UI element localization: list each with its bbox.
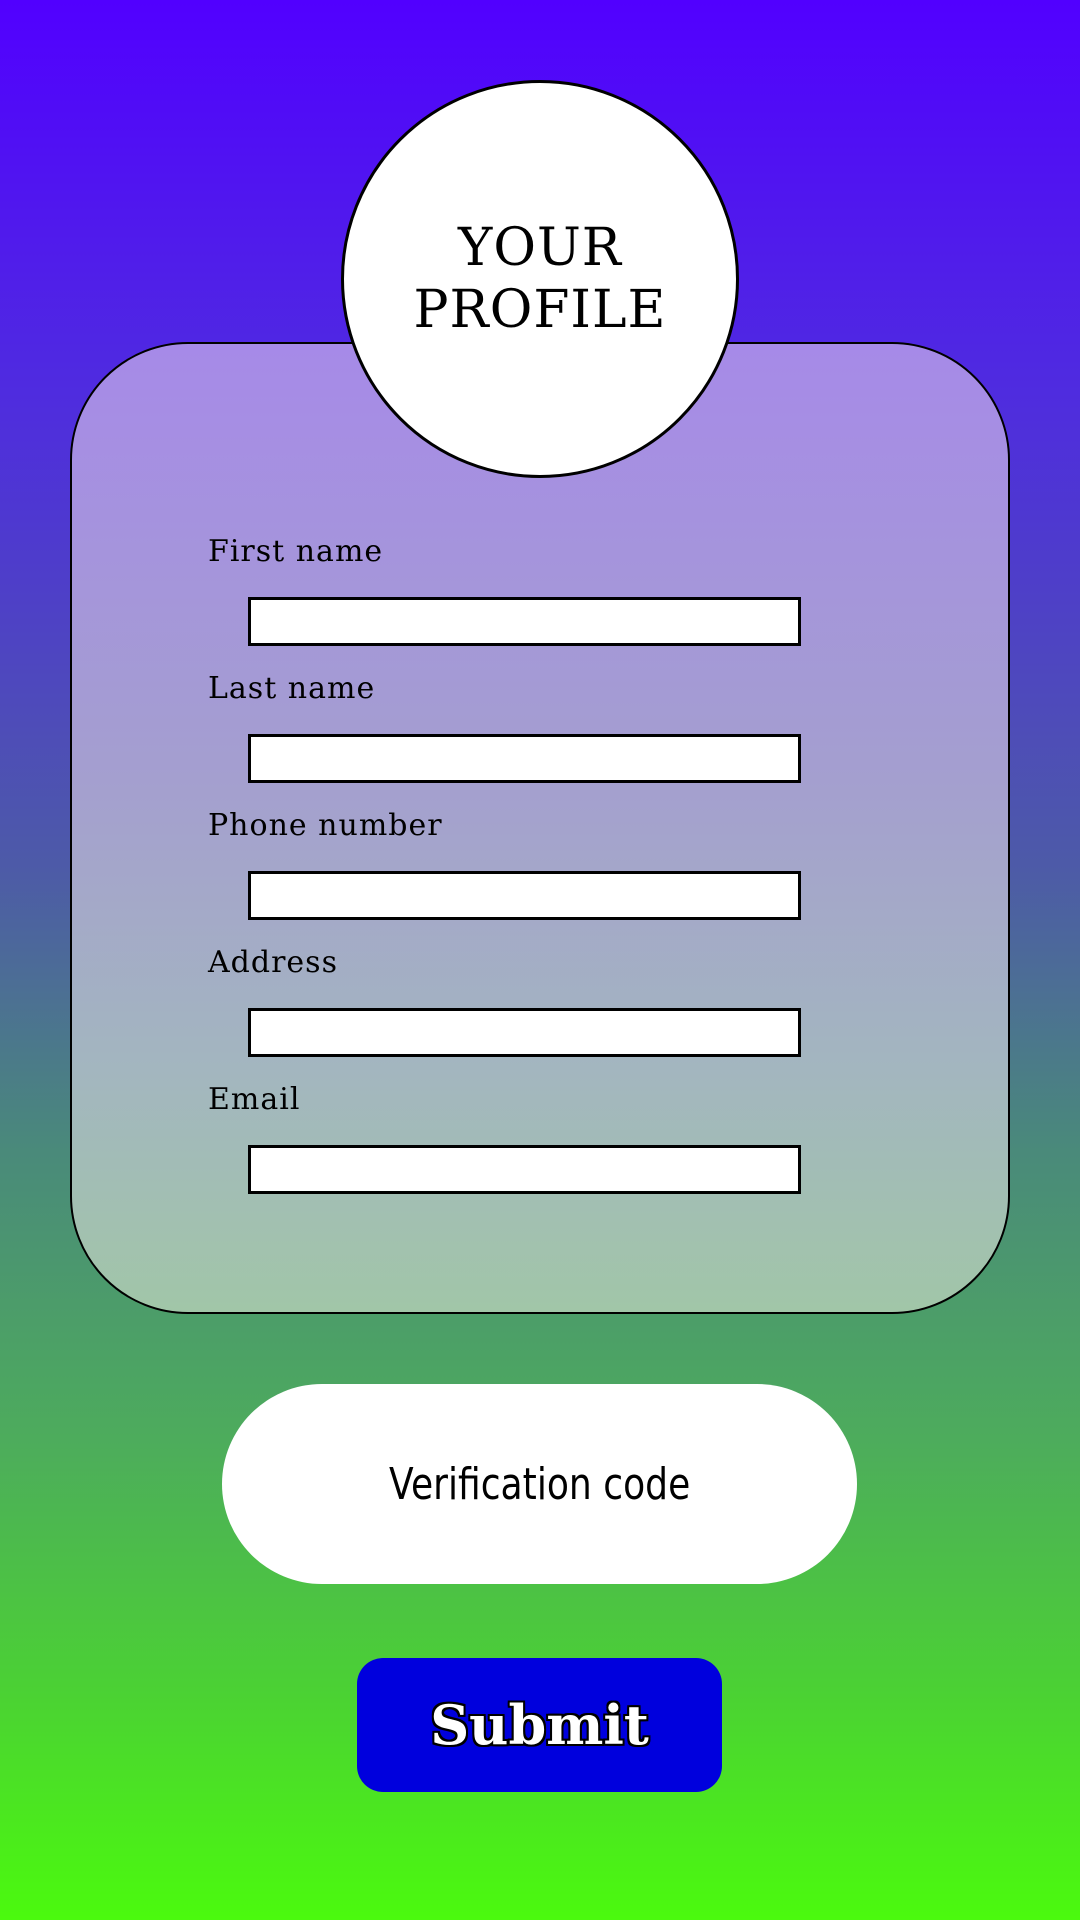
submit-button-label: Submit [430,1693,649,1757]
first-name-field[interactable] [248,597,801,646]
first-name-label: First name [208,534,384,569]
profile-header-circle: YOUR PROFILE [341,80,739,478]
email-label: Email [208,1082,301,1117]
address-field[interactable] [248,1008,801,1057]
last-name-label: Last name [208,671,376,706]
verification-code-label: Verification code [388,1458,691,1510]
submit-button[interactable]: Submit [357,1658,722,1792]
phone-number-label: Phone number [208,808,443,843]
verification-code-field[interactable]: Verification code [222,1384,857,1584]
address-label: Address [208,945,338,980]
phone-number-field[interactable] [248,871,801,920]
last-name-field[interactable] [248,734,801,783]
email-field[interactable] [248,1145,801,1194]
page-title: YOUR PROFILE [413,218,667,340]
